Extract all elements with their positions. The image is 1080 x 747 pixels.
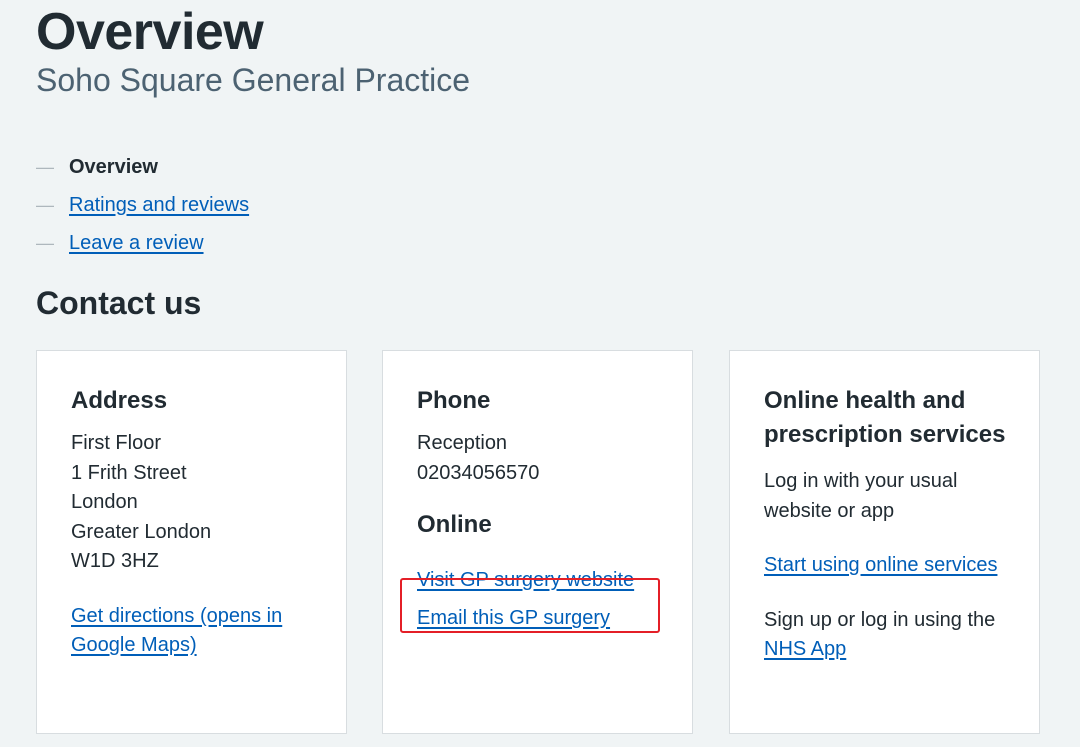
address-line: 1 Frith Street [71,461,187,484]
get-directions-link[interactable]: Get directions (opens in Google Maps) [71,605,282,657]
address-heading: Address [71,387,168,414]
dash-icon: — [36,194,54,215]
visit-gp-website-link[interactable]: Visit GP surgery website [417,569,634,591]
contents-item-overview: — Overview [36,148,436,186]
phone-card: Phone Reception 02034056570 Online Visit… [382,350,693,734]
contents-nav: — Overview — Ratings and reviews — Leave… [36,148,436,262]
online-services-heading: Online health and prescription services [764,387,1006,448]
leave-a-review-link[interactable]: Leave a review [69,232,204,255]
ratings-and-reviews-link[interactable]: Ratings and reviews [69,194,249,217]
online-services-intro: Log in with your usual website or app [764,470,958,522]
page-title: Overview [36,3,264,61]
page-subtitle: Soho Square General Practice [36,62,471,98]
phone-label: Reception [417,432,508,454]
address-line: W1D 3HZ [71,550,159,572]
nhs-app-text: Sign up or log in using the NHS App [764,606,1019,665]
contents-current-label: Overview [69,155,158,178]
contact-us-heading: Contact us [36,285,202,321]
address-line: Greater London [71,520,212,543]
dash-icon: — [36,232,54,253]
phone-heading: Phone [417,387,491,414]
nhs-app-prefix: Sign up or log in using the [764,608,996,631]
address-line: First Floor [71,432,161,454]
contents-item-leave-review: — Leave a review [36,224,436,262]
nhs-app-link[interactable]: NHS App [764,638,846,660]
phone-number: 02034056570 [417,461,540,484]
dash-icon: — [36,156,54,177]
email-gp-surgery-link[interactable]: Email this GP surgery [417,607,610,629]
online-services-card: Online health and prescription services … [729,350,1040,734]
online-heading: Online [417,511,492,538]
start-online-services-link[interactable]: Start using online services [764,554,997,576]
address-card: Address First Floor 1 Frith Street Londo… [36,350,347,734]
address-block: First Floor 1 Frith Street London Greate… [71,429,326,577]
address-line: London [71,491,138,513]
contents-item-ratings: — Ratings and reviews [36,186,436,224]
